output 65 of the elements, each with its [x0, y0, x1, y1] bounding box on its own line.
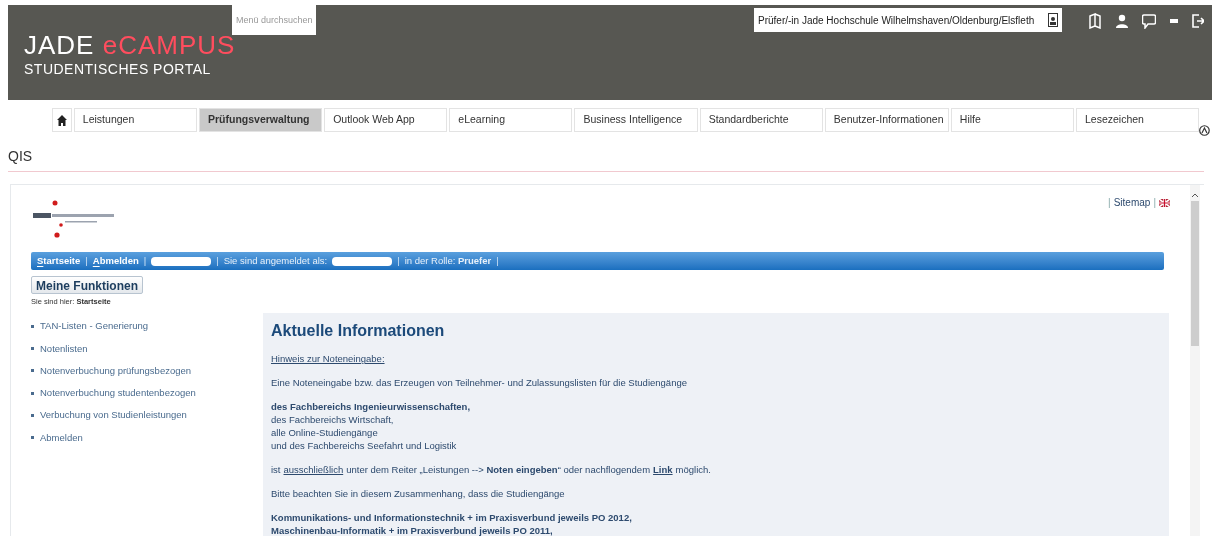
menu-link[interactable]: Abmelden [40, 430, 83, 445]
separator: | [496, 253, 499, 268]
portal-subtitle: STUDENTISCHES PORTAL [24, 60, 212, 78]
bar-link[interactable]: Startseite [37, 253, 81, 269]
separator: | [143, 253, 147, 268]
scrollbar[interactable] [1190, 185, 1200, 536]
portal-logo: JADE eCAMPUS [24, 30, 232, 60]
bar-text: in der Rolle: Pruefer [404, 253, 492, 268]
inline-link[interactable]: Link [653, 463, 673, 477]
separator: | [85, 253, 88, 268]
info-link[interactable]: Hinweis zur Noteneingabe: [271, 352, 385, 366]
redacted-block [332, 256, 393, 266]
nav-tab[interactable]: Leistungen [73, 108, 197, 132]
nav-tab[interactable]: Business Intelligence [574, 108, 698, 132]
menu-link[interactable]: Notenlisten [40, 341, 88, 356]
scrollbar-thumb[interactable] [1191, 201, 1199, 346]
menu-link[interactable]: Notenverbuchung prüfungsbezogen [40, 363, 192, 378]
redacted-block [151, 256, 212, 266]
nav-tab[interactable]: Standardberichte [699, 108, 823, 132]
info-text: des Fachbereichs Wirtschaft, [271, 413, 395, 427]
separator: | [1108, 196, 1111, 210]
info-title: Aktuelle Informationen [271, 321, 446, 342]
accessibility-icon[interactable] [1199, 124, 1210, 136]
info-text: Kommunikations- und Informationstechnik + im Praxisverbund jeweils PO 2012, [271, 511, 633, 525]
person-card-icon [1048, 13, 1058, 27]
separator: | [397, 253, 400, 268]
menu-link[interactable]: Verbuchung von Studienleistungen [40, 408, 187, 423]
nav-tab[interactable]: Outlook Web App [324, 108, 448, 132]
info-text: alle Online-Studiengänge [271, 426, 379, 440]
scroll-up-icon[interactable] [1192, 193, 1198, 197]
bullet-icon [31, 413, 34, 417]
nav-tab[interactable]: Hilfe [950, 108, 1074, 132]
separator: | [216, 253, 219, 268]
bar-link[interactable]: Abmelden [92, 253, 139, 269]
bullet-icon [31, 369, 34, 373]
bullet-icon [31, 391, 34, 395]
menu-link[interactable]: TAN-Listen - Generierung [40, 319, 149, 334]
info-text: Bitte beachten Sie in diesem Zusammenhang, dass die Studiengänge [271, 487, 566, 501]
home-button[interactable] [52, 108, 72, 132]
info-text: des Fachbereichs Ingenieurwissenschaften, [271, 400, 472, 414]
flag-icon[interactable] [1159, 198, 1170, 207]
functions-button[interactable]: Meine Funktionen [31, 276, 143, 294]
nav-tab[interactable]: Prüfungsverwaltung [199, 108, 323, 132]
info-text: und des Fachbereichs Seefahrt und Logistik [271, 439, 458, 453]
home-icon [56, 114, 67, 126]
chat-icon[interactable] [1142, 13, 1156, 29]
bullet-icon [31, 436, 34, 440]
logout-icon[interactable] [1192, 14, 1204, 28]
bullet-icon [31, 347, 34, 351]
user-icon[interactable] [1116, 14, 1128, 28]
page-title: QIS [8, 148, 33, 164]
bullet-icon [31, 324, 34, 328]
info-text: Maschinenbau-Informatik + im Praxisverbund jeweils PO 2011, [271, 524, 554, 536]
menu-link[interactable]: Notenverbuchung studentenbezogen [40, 386, 196, 401]
info-text: Eine Noteneingabe bzw. das Erzeugen von Teilnehmer- und Zulassungslisten für die Studiengänge [271, 376, 688, 390]
bar-text: Sie sind angemeldet als: [223, 253, 328, 268]
separator: | [1153, 196, 1156, 210]
inline-link[interactable]: ausschließlich [283, 463, 344, 477]
nav-tab[interactable]: Benutzer-Informationen [824, 108, 949, 132]
sitemap-link[interactable]: Sitemap [1113, 195, 1151, 210]
nav-tab[interactable]: eLearning [449, 108, 573, 132]
menu-search-field[interactable]: Menü durchsuchen [232, 5, 316, 35]
info-paragraph: ist ausschließlich unter dem Reiter „Leistungen --> Noten eingeben“ oder nachflogendem Link möglich. [271, 463, 712, 477]
nav-tab[interactable]: Lesezeichen [1075, 108, 1200, 132]
role-field[interactable]: Prüfer/-in Jade Hochschule Wilhelmshaven/Oldenburg/Elsfleth [754, 8, 1062, 32]
